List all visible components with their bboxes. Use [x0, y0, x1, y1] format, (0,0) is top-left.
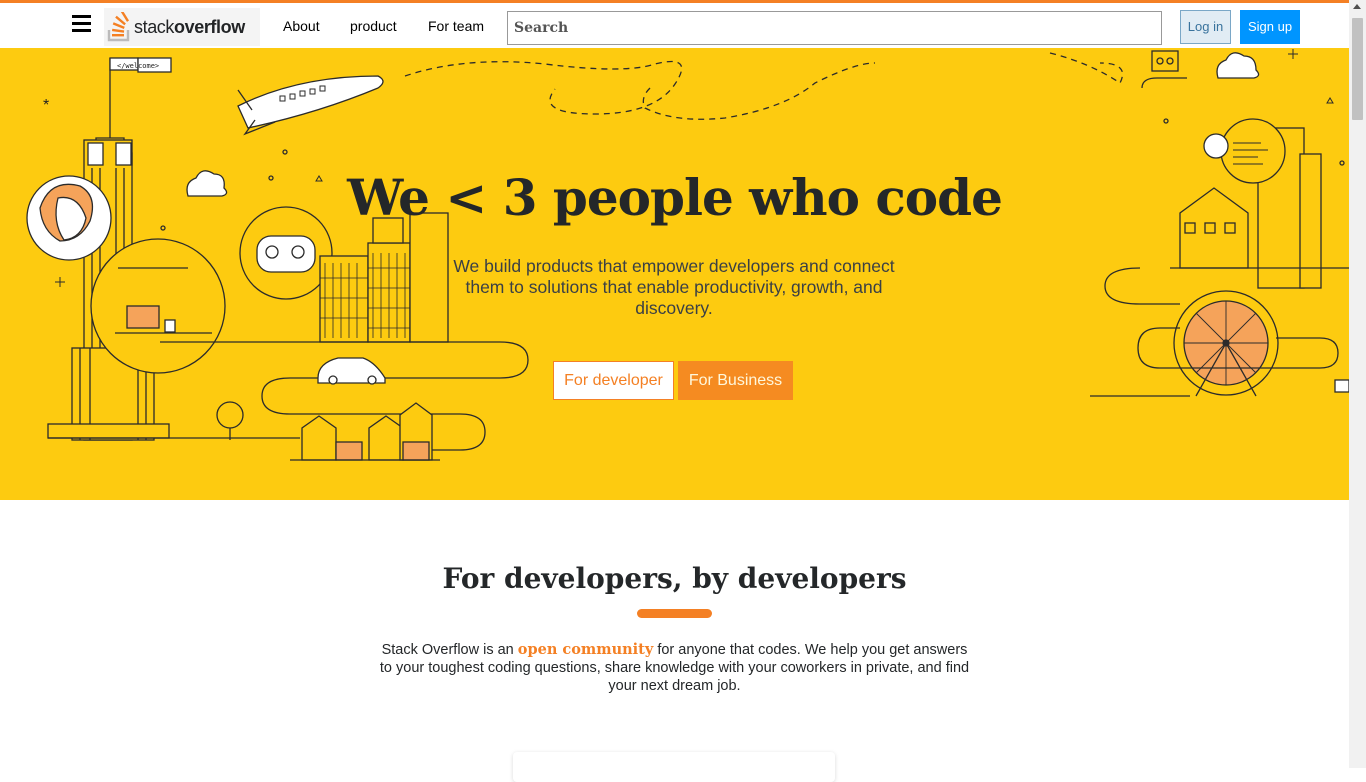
- nav-for-team[interactable]: For team: [428, 18, 484, 34]
- stack-logo-icon: [107, 12, 130, 42]
- hero-title: We < 3 people who code: [347, 168, 1003, 227]
- for-developer-button[interactable]: For developer: [553, 361, 674, 400]
- nav-product[interactable]: product: [350, 18, 397, 34]
- welcome-flag-text: </welcome>: [117, 62, 159, 70]
- title-underline: [637, 609, 712, 618]
- section-title: For developers, by developers: [442, 562, 907, 595]
- search-input[interactable]: [507, 11, 1162, 45]
- stackoverflow-logo[interactable]: stackoverflow: [104, 8, 260, 46]
- nav-about[interactable]: About: [283, 18, 320, 34]
- content-card: [513, 752, 835, 782]
- top-bar: stackoverflow About product For team Log…: [0, 0, 1349, 48]
- scroll-up-icon[interactable]: [1353, 4, 1361, 9]
- signup-button[interactable]: Sign up: [1240, 10, 1300, 44]
- menu-icon[interactable]: [72, 15, 91, 32]
- section-intro: Stack Overflow is an open community for …: [379, 641, 970, 694]
- svg-text:*: *: [43, 97, 49, 114]
- login-button[interactable]: Log in: [1180, 10, 1231, 44]
- for-business-button[interactable]: For Business: [678, 361, 793, 400]
- logo-text: stackoverflow: [134, 16, 245, 37]
- scrollbar-thumb[interactable]: [1352, 18, 1363, 120]
- hero-banner: </welcome> * We < 3 people who code We b…: [0, 48, 1349, 500]
- hero-subtitle: We build products that empower developer…: [453, 256, 895, 318]
- page-scrollbar[interactable]: [1349, 0, 1366, 768]
- open-community-link[interactable]: open community: [518, 641, 654, 658]
